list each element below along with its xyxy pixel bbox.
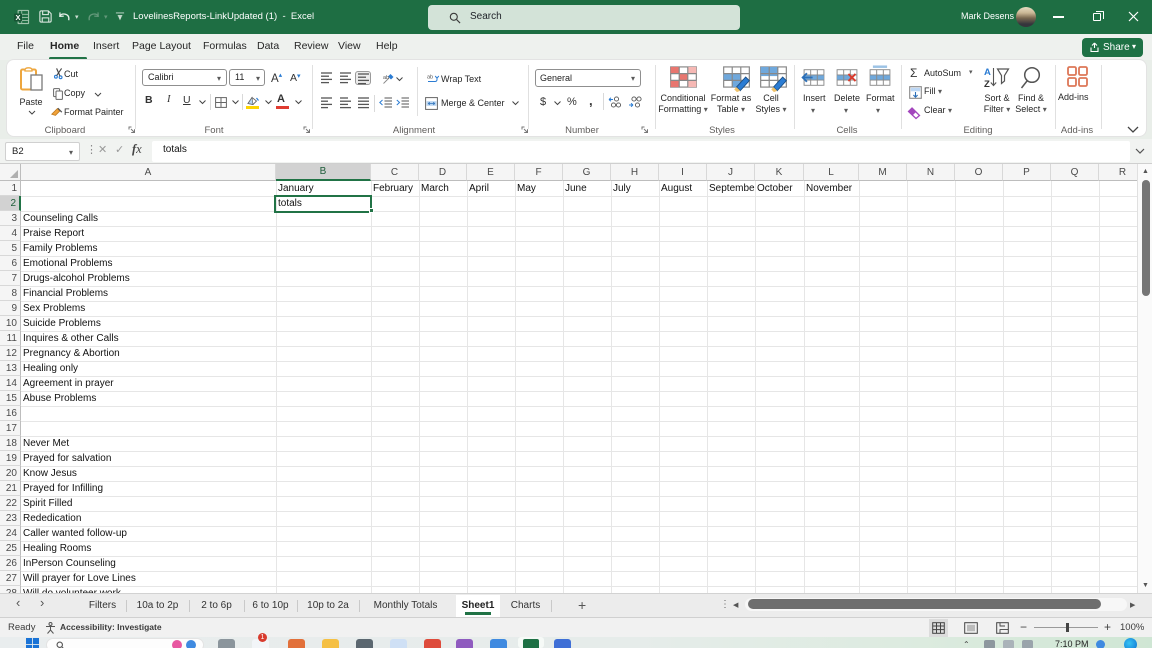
svg-text:X: X	[15, 13, 20, 22]
svg-text:Z: Z	[984, 79, 990, 90]
svg-text:A: A	[984, 67, 991, 78]
svg-text:ab: ab	[383, 75, 389, 81]
svg-text:ab: ab	[427, 75, 433, 81]
